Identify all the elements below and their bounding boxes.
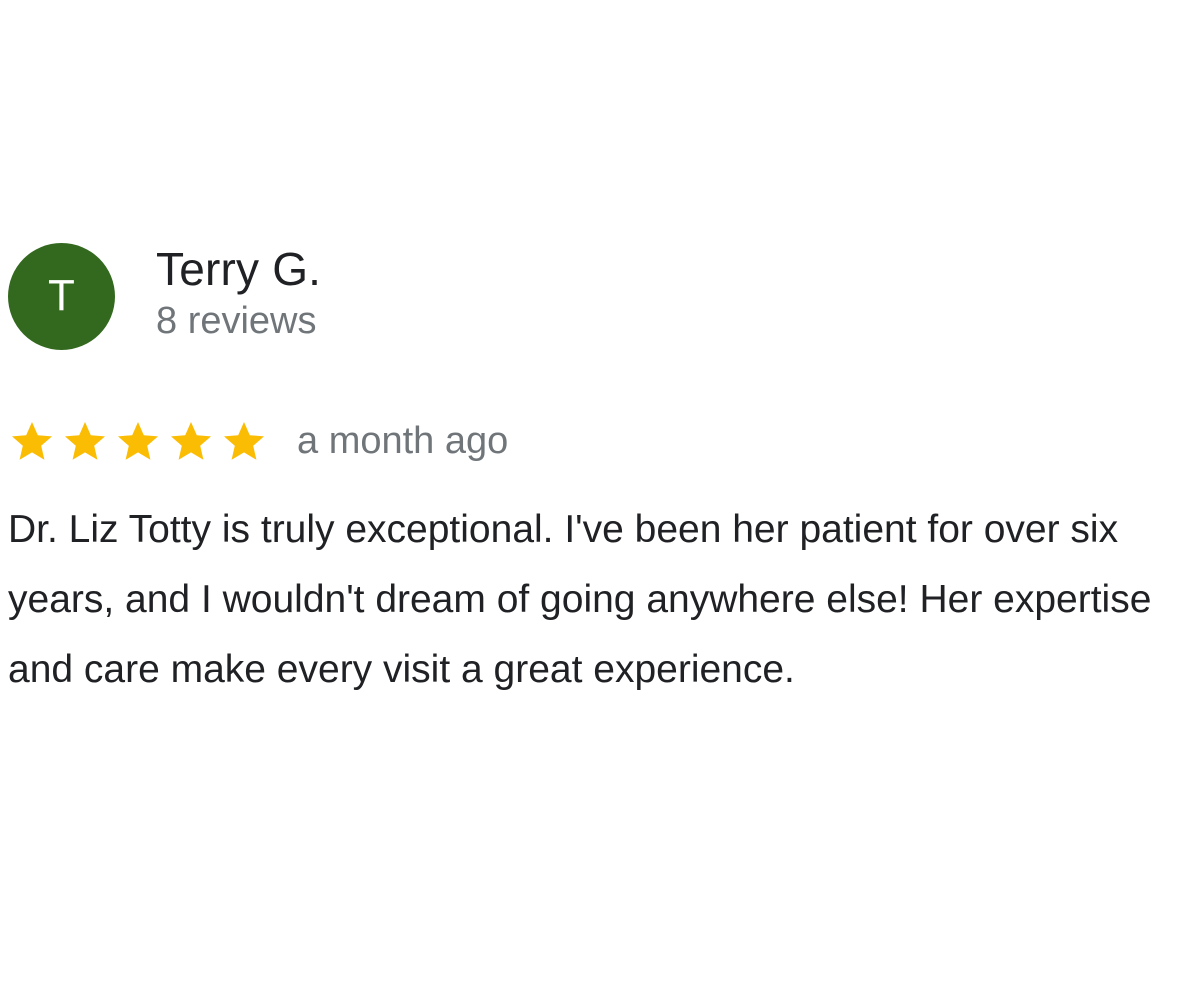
- avatar-letter: T: [48, 271, 75, 320]
- review-author-row: T Terry G. 8 reviews: [8, 242, 1193, 350]
- review-time: a month ago: [297, 420, 509, 462]
- star-icon: [114, 417, 162, 465]
- avatar[interactable]: T: [8, 242, 115, 350]
- star-icon: [220, 417, 268, 465]
- star-icon: [167, 417, 215, 465]
- author-name[interactable]: Terry G.: [156, 243, 321, 295]
- star-icon: [8, 417, 56, 465]
- review-text: Dr. Liz Totty is truly exceptional. I've…: [8, 508, 1152, 691]
- star-rating: [8, 417, 273, 465]
- rating-row: a month ago: [8, 413, 1193, 469]
- author-review-count[interactable]: 8 reviews: [156, 299, 321, 343]
- review-card: T Terry G. 8 reviews a month ago Dr. Liz…: [8, 242, 1193, 705]
- author-info: Terry G. 8 reviews: [156, 243, 321, 343]
- star-icon: [61, 417, 109, 465]
